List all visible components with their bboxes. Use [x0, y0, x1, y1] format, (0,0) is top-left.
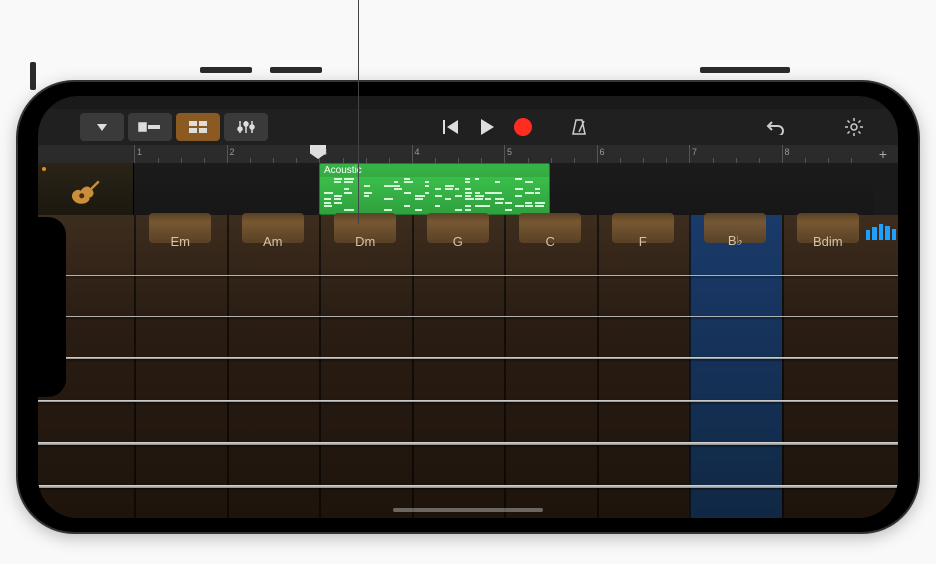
add-bars-button[interactable]: + — [874, 145, 892, 163]
chord-Am[interactable]: Am — [227, 225, 320, 257]
string-4[interactable] — [38, 400, 898, 402]
region-label: Acoustic — [320, 164, 549, 177]
undo-button[interactable] — [762, 113, 790, 141]
track-body[interactable]: Acoustic — [134, 163, 874, 215]
strings — [38, 275, 898, 488]
string-6[interactable] — [38, 485, 898, 488]
chord-Dm[interactable]: Dm — [319, 225, 412, 257]
midi-region[interactable]: Acoustic — [319, 163, 550, 215]
fretboard: EmAmDmGCFB♭Bdim — [38, 215, 898, 518]
home-indicator — [393, 508, 543, 512]
track-header[interactable] — [38, 163, 134, 215]
string-3[interactable] — [38, 357, 898, 359]
phone-volume-down — [270, 67, 322, 73]
go-to-start-button[interactable] — [437, 113, 465, 141]
string-2[interactable] — [38, 316, 898, 317]
chord-row: EmAmDmGCFB♭Bdim — [134, 225, 874, 257]
notch — [38, 217, 66, 397]
chord-Em[interactable]: Em — [134, 225, 227, 257]
phone-frame: 12345678 + Acoustic — [18, 82, 918, 532]
settings-button[interactable] — [840, 113, 868, 141]
track-lane: Acoustic — [38, 163, 898, 215]
callout-line — [358, 0, 359, 224]
chord-Bdim[interactable]: Bdim — [782, 225, 875, 257]
play-button[interactable] — [473, 113, 501, 141]
chord-Bb[interactable]: B♭ — [689, 225, 782, 257]
ruler[interactable]: 12345678 + — [38, 145, 898, 163]
screen: 12345678 + Acoustic — [38, 96, 898, 518]
phone-side-button — [700, 67, 790, 73]
chord-G[interactable]: G — [412, 225, 505, 257]
toolbar — [38, 109, 898, 145]
playhead[interactable] — [318, 145, 326, 159]
phone-volume-up — [200, 67, 252, 73]
record-button[interactable] — [509, 113, 537, 141]
string-5[interactable] — [38, 442, 898, 445]
grid-view-button[interactable] — [176, 113, 220, 141]
tracks-view-button[interactable] — [128, 113, 172, 141]
level-meter-icon — [866, 224, 896, 240]
menu-button[interactable] — [80, 113, 124, 141]
guitar-icon — [69, 172, 103, 206]
chord-F[interactable]: F — [597, 225, 690, 257]
mixer-button[interactable] — [224, 113, 268, 141]
track-enabled-dot-icon — [42, 167, 46, 171]
metronome-button[interactable] — [565, 113, 593, 141]
chord-C[interactable]: C — [504, 225, 597, 257]
phone-silent-switch — [30, 62, 36, 90]
string-1[interactable] — [38, 275, 898, 276]
